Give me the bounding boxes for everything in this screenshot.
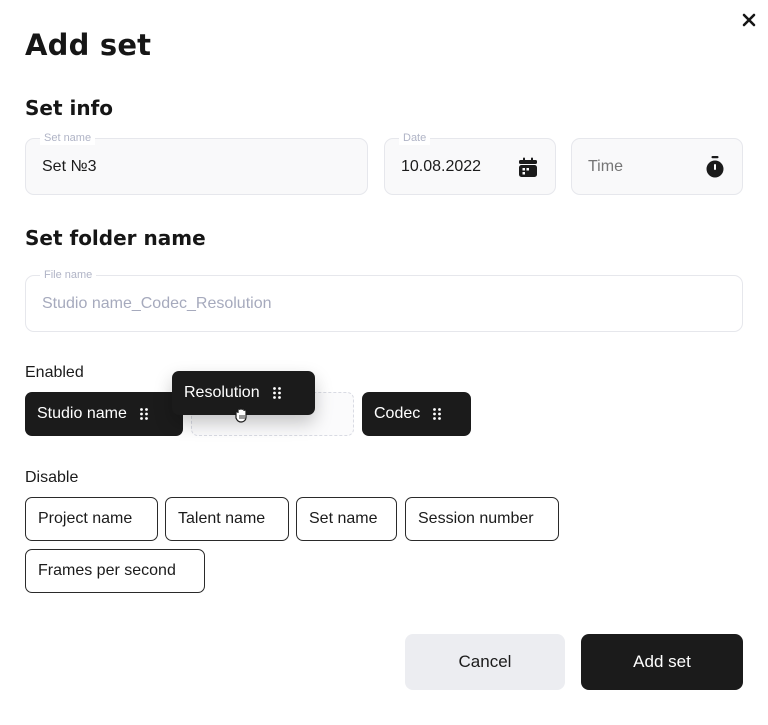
date-field[interactable]: Date (384, 131, 556, 195)
close-icon (742, 13, 756, 27)
disabled-chip[interactable]: Frames per second (25, 549, 205, 593)
set-name-input[interactable] (42, 157, 323, 176)
chip-label: Frames per second (38, 562, 176, 579)
add-set-button[interactable]: Add set (581, 634, 743, 690)
chip-label: Session number (418, 510, 534, 527)
file-name-input[interactable] (42, 294, 722, 313)
enabled-chip[interactable]: Studio name (25, 392, 183, 436)
date-label: Date (399, 131, 431, 145)
disabled-label: Disable (25, 469, 79, 486)
drag-handle-icon[interactable] (139, 408, 148, 420)
set-name-field[interactable]: Set name (25, 131, 368, 195)
dialog-title: Add set (25, 28, 152, 62)
chip-label: Resolution (184, 384, 260, 401)
grab-cursor-icon (235, 407, 247, 423)
chip-label: Project name (38, 510, 133, 527)
disabled-chip[interactable]: Set name (296, 497, 397, 541)
time-input[interactable] (588, 157, 698, 176)
drag-handle-icon[interactable] (433, 408, 442, 420)
date-input[interactable] (401, 157, 511, 176)
set-name-label: Set name (40, 131, 96, 145)
cancel-button[interactable]: Cancel (405, 634, 565, 690)
section-title-set-info: Set info (25, 96, 114, 120)
file-name-label: File name (40, 268, 97, 282)
close-button[interactable] (738, 9, 760, 31)
disabled-chip[interactable]: Talent name (165, 497, 289, 541)
chip-label: Codec (374, 405, 421, 422)
stopwatch-icon[interactable] (705, 155, 725, 177)
disabled-chip[interactable]: Session number (405, 497, 559, 541)
file-name-field[interactable]: File name (25, 268, 743, 332)
enabled-label: Enabled (25, 364, 84, 381)
enabled-chip[interactable]: Codec (362, 392, 471, 436)
chip-label: Studio name (37, 405, 127, 422)
section-title-set-folder-name: Set folder name (25, 226, 206, 250)
time-field[interactable] (571, 138, 743, 195)
drag-handle-icon[interactable] (272, 387, 281, 399)
disabled-chip[interactable]: Project name (25, 497, 158, 541)
calendar-icon[interactable] (518, 157, 538, 177)
chip-label: Set name (309, 510, 378, 527)
chip-label: Talent name (178, 510, 266, 527)
